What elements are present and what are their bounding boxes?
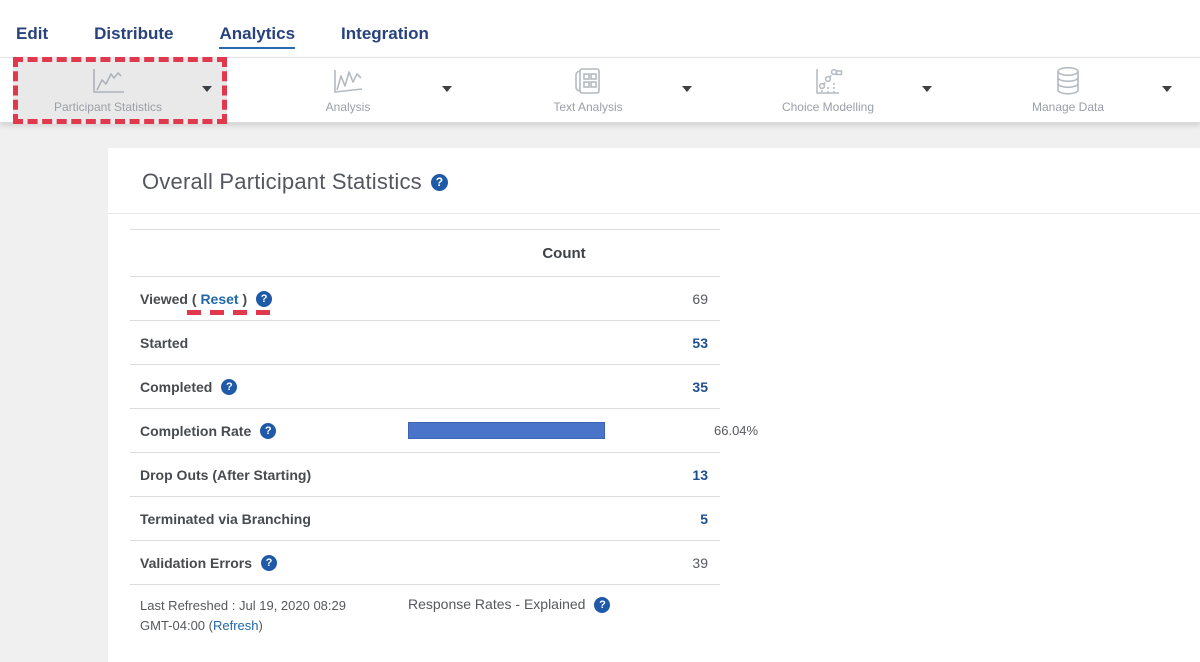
last-refreshed-line2-suffix: ) — [259, 618, 263, 633]
line-chart-icon — [85, 65, 131, 97]
count-value: 13 — [408, 467, 720, 483]
table-row-completed: Completed 35 — [130, 365, 720, 409]
nav-item-integration[interactable]: Integration — [341, 24, 429, 49]
chevron-down-icon[interactable] — [1162, 86, 1172, 92]
toolbar-cell: Analysis — [240, 58, 480, 122]
response-rates-label: Response Rates - Explained — [408, 596, 585, 612]
chevron-down-icon[interactable] — [682, 86, 692, 92]
analytics-toolbar: Participant Statistics Analysis — [0, 57, 1200, 123]
help-icon[interactable] — [261, 555, 277, 571]
toolbar-cell: Participant Statistics — [0, 58, 240, 122]
toolbar-item-content: Choice Modelling — [748, 65, 908, 114]
last-refreshed-line1: Last Refreshed : Jul 19, 2020 08:29 — [140, 598, 346, 613]
row-label: Started — [130, 335, 408, 351]
row-label: Viewed ( Reset ) — [130, 291, 408, 307]
database-icon — [1045, 65, 1091, 97]
toolbar-item-content: Analysis — [268, 65, 428, 114]
table-row-started: Started 53 — [130, 321, 720, 365]
participant-statistics-card: Overall Participant Statistics Count Vie… — [108, 148, 1200, 662]
row-label-text: Completed — [140, 379, 212, 395]
scatter-steps-icon — [805, 65, 851, 97]
toolbar-item-content: Manage Data — [988, 65, 1148, 114]
table-row-viewed: Viewed ( Reset ) 69 — [130, 277, 720, 321]
toolbar-item-manage-data[interactable]: Manage Data — [973, 57, 1187, 124]
count-value: 69 — [408, 291, 720, 307]
table-row-drop-outs: Drop Outs (After Starting) 13 — [130, 453, 720, 497]
toolbar-cell: Manage Data — [960, 58, 1200, 122]
row-label-text: ) — [242, 291, 247, 307]
count-value: 39 — [408, 555, 720, 571]
chevron-down-icon[interactable] — [442, 86, 452, 92]
table-header-row: Count — [130, 230, 720, 277]
row-label-text: Completion Rate — [140, 423, 251, 439]
toolbar-item-label: Choice Modelling — [782, 100, 874, 114]
toolbar-cell: Text Analysis — [480, 58, 720, 122]
help-icon[interactable] — [594, 597, 610, 613]
toolbar-item-analysis[interactable]: Analysis — [253, 57, 467, 124]
toolbar-item-label: Text Analysis — [553, 100, 622, 114]
toolbar-item-label: Participant Statistics — [54, 100, 162, 114]
row-label: Validation Errors — [130, 555, 408, 571]
row-label: Completed — [130, 379, 408, 395]
table-row-completion-rate: Completion Rate 66.04% — [130, 409, 720, 453]
completion-rate-bar: 66.04% — [408, 422, 758, 439]
toolbar-item-label: Manage Data — [1032, 100, 1104, 114]
refresh-link[interactable]: Refresh — [213, 618, 259, 633]
page-background: Overall Participant Statistics Count Vie… — [0, 123, 1200, 662]
table-row-validation-errors: Validation Errors 39 — [130, 541, 720, 585]
page-title: Overall Participant Statistics — [142, 169, 422, 195]
help-icon[interactable] — [221, 379, 237, 395]
chevron-down-icon[interactable] — [922, 86, 932, 92]
count-value: 53 — [408, 335, 720, 351]
help-icon[interactable] — [431, 174, 448, 191]
nav-item-edit[interactable]: Edit — [16, 24, 48, 49]
count-column-header: Count — [408, 245, 720, 262]
top-navigation: Edit Distribute Analytics Integration — [0, 0, 1200, 57]
last-refreshed-text: Last Refreshed : Jul 19, 2020 08:29 GMT-… — [130, 596, 408, 636]
annotation-underline — [187, 310, 271, 315]
response-rates-explained: Response Rates - Explained — [408, 596, 720, 636]
row-label-text: Viewed ( — [140, 291, 197, 307]
row-label: Terminated via Branching — [130, 511, 408, 527]
toolbar-item-content: Text Analysis — [508, 65, 668, 114]
completion-rate-percent: 66.04% — [714, 423, 758, 438]
row-label-text: Validation Errors — [140, 555, 252, 571]
toolbar-item-text-analysis[interactable]: Text Analysis — [493, 57, 707, 124]
help-icon[interactable] — [256, 291, 272, 307]
count-value: 35 — [408, 379, 720, 395]
stats-table: Count Viewed ( Reset ) 69 Started 53 Com… — [130, 229, 720, 585]
nav-item-distribute[interactable]: Distribute — [94, 24, 173, 49]
document-grid-icon — [565, 65, 611, 97]
row-label: Completion Rate — [130, 423, 408, 439]
toolbar-cell: Choice Modelling — [720, 58, 960, 122]
completion-rate-bar-track — [408, 422, 706, 439]
reset-link[interactable]: Reset — [200, 291, 238, 307]
toolbar-item-content: Participant Statistics — [28, 65, 188, 114]
count-value: 5 — [408, 511, 720, 527]
table-row-terminated: Terminated via Branching 5 — [130, 497, 720, 541]
help-icon[interactable] — [260, 423, 276, 439]
completion-rate-bar-fill — [408, 422, 605, 439]
row-label: Drop Outs (After Starting) — [130, 467, 408, 483]
toolbar-item-label: Analysis — [326, 100, 371, 114]
toolbar-item-choice-modelling[interactable]: Choice Modelling — [733, 57, 947, 124]
zigzag-chart-icon — [325, 65, 371, 97]
toolbar-item-participant-statistics[interactable]: Participant Statistics — [13, 57, 227, 124]
table-footer: Last Refreshed : Jul 19, 2020 08:29 GMT-… — [130, 585, 720, 636]
title-section: Overall Participant Statistics — [108, 148, 1200, 214]
last-refreshed-line2: GMT-04:00 ( — [140, 618, 213, 633]
chevron-down-icon[interactable] — [202, 86, 212, 92]
nav-item-analytics[interactable]: Analytics — [219, 24, 295, 49]
